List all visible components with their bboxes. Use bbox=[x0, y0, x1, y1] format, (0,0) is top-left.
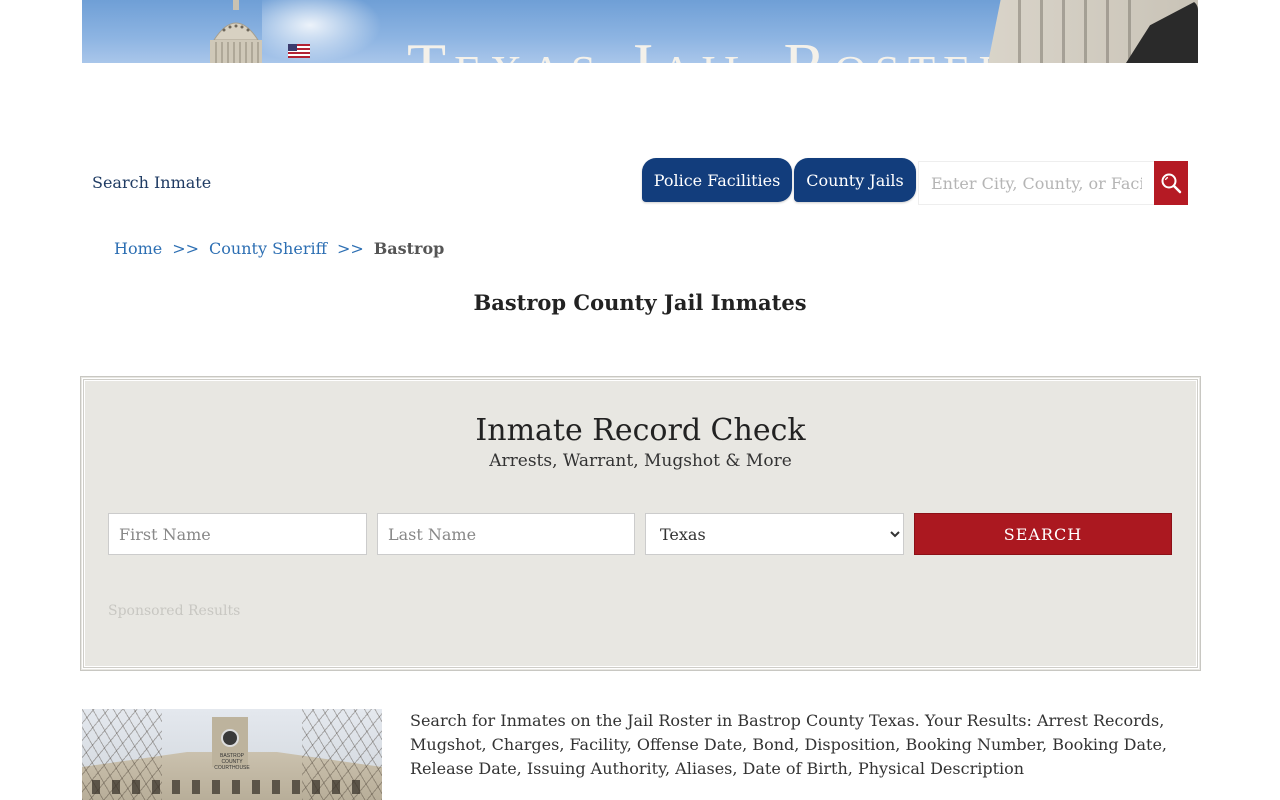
page-title: Bastrop County Jail Inmates bbox=[473, 290, 807, 315]
sponsored-results-label: Sponsored Results bbox=[108, 603, 241, 619]
courthouse-sign: BASTROP COUNTY COURTHOUSE bbox=[214, 753, 250, 771]
tree-branches-right bbox=[302, 709, 382, 800]
tree-branches-left bbox=[82, 709, 162, 800]
record-check-title: Inmate Record Check bbox=[475, 413, 806, 448]
breadcrumb-current: Bastrop bbox=[373, 239, 445, 258]
site-banner[interactable]: Texas Jail Roster bbox=[82, 0, 1198, 63]
flag-image bbox=[288, 44, 310, 58]
first-name-input[interactable] bbox=[108, 513, 367, 555]
inmate-record-check-panel: Inmate Record Check Arrests, Warrant, Mu… bbox=[80, 376, 1201, 671]
breadcrumb-home[interactable]: Home bbox=[114, 239, 162, 258]
jail-bars bbox=[1018, 0, 1138, 63]
banner-jail-photo bbox=[988, 0, 1198, 63]
search-icon bbox=[1161, 173, 1182, 194]
county-description: Search for Inmates on the Jail Roster in… bbox=[410, 711, 1168, 778]
tab-police-facilities[interactable]: Police Facilities bbox=[642, 158, 792, 202]
breadcrumb: Home >> County Sheriff >> Bastrop bbox=[114, 239, 444, 258]
clock-icon bbox=[221, 729, 239, 747]
banner-title: Texas Jail Roster bbox=[407, 34, 1017, 64]
breadcrumb-county-sheriff[interactable]: County Sheriff bbox=[209, 239, 327, 258]
capitol-dome-image bbox=[210, 0, 262, 63]
state-select[interactable]: Texas bbox=[645, 513, 904, 555]
record-check-subtitle: Arrests, Warrant, Mugshot & More bbox=[489, 451, 792, 471]
site-search-input[interactable] bbox=[918, 161, 1154, 205]
inmate-search-button[interactable]: SEARCH bbox=[914, 513, 1172, 555]
breadcrumb-separator: >> bbox=[172, 239, 200, 258]
tab-county-jails[interactable]: County Jails bbox=[794, 158, 916, 202]
breadcrumb-separator: >> bbox=[336, 239, 364, 258]
site-search-button[interactable] bbox=[1154, 161, 1188, 205]
last-name-input[interactable] bbox=[377, 513, 635, 555]
search-inmate-link[interactable]: Search Inmate bbox=[92, 173, 211, 192]
county-courthouse-photo: BASTROP COUNTY COURTHOUSE bbox=[82, 709, 382, 800]
